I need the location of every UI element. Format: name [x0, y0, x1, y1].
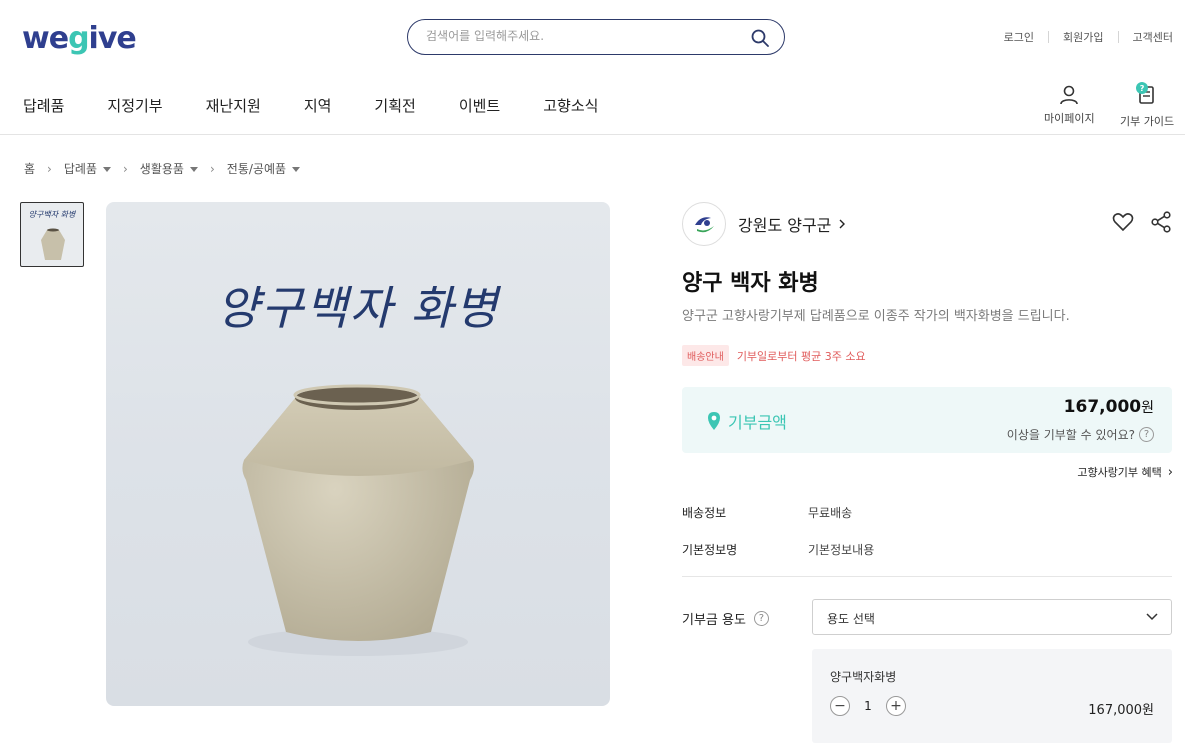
usage-select[interactable]: 용도 선택	[812, 599, 1172, 635]
utility-links: 로그인 회원가입 고객센터	[1004, 29, 1173, 45]
price-more-help[interactable]: 이상을 기부할 수 있어요? ?	[1007, 426, 1154, 443]
breadcrumb-item[interactable]: 답례품	[64, 160, 111, 177]
breadcrumb-item[interactable]: 전통/공예품	[226, 160, 301, 177]
nav-item-exhibition[interactable]: 기획전	[374, 95, 415, 116]
breadcrumb-item-label: 전통/공예품	[226, 162, 287, 176]
price-value: 167,000	[1063, 397, 1142, 417]
nav-item-designated[interactable]: 지정기부	[107, 95, 162, 116]
logo-text-post: ive	[88, 20, 137, 56]
benefit-label: 고향사랑기부 혜택	[1077, 466, 1162, 479]
signup-link[interactable]: 회원가입	[1063, 29, 1103, 45]
caret-down-icon	[292, 167, 301, 172]
price-unit: 원	[1141, 400, 1154, 416]
breadcrumb-home[interactable]: 홈	[24, 160, 35, 177]
logo-text-mid: g	[68, 20, 90, 56]
share-icon[interactable]	[1149, 210, 1173, 234]
caret-down-icon	[102, 167, 111, 172]
product-description: 양구군 고향사랑기부제 답례품으로 이종주 작가의 백자화병을 드립니다.	[682, 309, 1070, 324]
divider	[1048, 31, 1050, 43]
guide-badge: ?	[1136, 82, 1149, 94]
search-bar	[407, 19, 785, 55]
region-emblem-icon	[682, 202, 726, 246]
nav-item-hometown-news[interactable]: 고향소식	[543, 95, 598, 116]
seller-link[interactable]: 강원도 양구군	[682, 202, 847, 246]
caret-down-icon	[189, 167, 198, 172]
price-amount: 167,000원	[1064, 397, 1154, 417]
chevron-down-icon	[1146, 613, 1158, 621]
chevron-right-icon: ›	[209, 161, 215, 176]
breadcrumb-item-label: 생활용품	[139, 162, 184, 176]
main-nav: 답례품 지정기부 재난지원 지역 기획전 이벤트 고향소식	[23, 95, 641, 116]
selected-option: 양구백자화병 − 1 + 167,000원	[812, 649, 1172, 743]
seller-name: 강원도 양구군	[738, 216, 832, 235]
logo[interactable]: wegive	[22, 20, 137, 56]
product-actions	[1111, 210, 1173, 234]
search-icon[interactable]	[750, 28, 770, 48]
mypage-label: 마이페이지	[1044, 112, 1095, 125]
breadcrumb-item[interactable]: 생활용품	[140, 160, 198, 177]
info-value: 무료배송	[808, 506, 853, 520]
basic-info-row: 기본정보명 기본정보내용	[682, 541, 874, 558]
info-label: 기본정보명	[682, 543, 738, 557]
vase-image	[242, 384, 474, 656]
product-title: 양구 백자 화병	[682, 271, 819, 296]
shipping-text: 기부일로부터 평균 3주 소요	[736, 349, 866, 363]
nav-item-event[interactable]: 이벤트	[459, 95, 500, 116]
increase-button[interactable]: +	[886, 696, 906, 716]
login-link[interactable]: 로그인	[1004, 29, 1034, 45]
chevron-right-icon	[839, 219, 846, 229]
breadcrumb: 홈 › 답례품 › 생활용품 › 전통/공예품	[24, 160, 301, 177]
chevron-right-icon: ›	[122, 161, 128, 176]
option-name: 양구백자화병	[830, 670, 897, 684]
usage-select-value: 용도 선택	[827, 612, 875, 626]
breadcrumb-item-label: 답례품	[63, 162, 97, 176]
location-pin-icon	[708, 412, 720, 430]
donation-guide-button[interactable]: ? 기부 가이드	[1120, 82, 1175, 129]
nav-item-disaster[interactable]: 재난지원	[206, 95, 261, 116]
product-main-image: 양구백자 화병	[106, 202, 610, 706]
option-price: 167,000원	[1088, 703, 1154, 718]
usage-label: 기부금 용도 ?	[682, 609, 769, 628]
shipping-notice: 배송안내 기부일로부터 평균 3주 소요	[682, 345, 866, 366]
heart-icon[interactable]	[1111, 210, 1135, 234]
info-label: 배송정보	[682, 506, 727, 520]
price-label-text: 기부금액	[728, 413, 787, 432]
section-divider	[682, 576, 1172, 577]
header-divider	[0, 134, 1185, 135]
nav-item-region[interactable]: 지역	[304, 95, 332, 116]
shipping-info-row: 배송정보 무료배송	[682, 504, 852, 521]
quantity-stepper: − 1 +	[830, 696, 906, 716]
donation-price-box: 기부금액 167,000원 이상을 기부할 수 있어요? ?	[682, 387, 1172, 453]
benefit-link[interactable]: 고향사랑기부 혜택 ›	[1077, 464, 1173, 480]
guide-label: 기부 가이드	[1120, 115, 1175, 128]
price-label: 기부금액	[706, 409, 787, 433]
shipping-tag: 배송안내	[682, 345, 729, 366]
customer-center-link[interactable]: 고객센터	[1133, 29, 1173, 45]
usage-label-text: 기부금 용도	[682, 613, 746, 628]
help-icon[interactable]: ?	[1139, 427, 1154, 442]
chevron-right-icon: ›	[47, 161, 52, 176]
product-thumbnail[interactable]: 양구백자 화병	[20, 202, 84, 267]
divider	[1117, 31, 1119, 43]
user-icon	[1060, 85, 1079, 105]
info-value: 기본정보내용	[808, 543, 875, 557]
logo-text-pre: we	[22, 20, 69, 56]
price-more-text: 이상을 기부할 수 있어요?	[1006, 428, 1135, 442]
decrease-button[interactable]: −	[830, 696, 850, 716]
search-input[interactable]	[426, 29, 726, 43]
vase-thumbnail-image	[41, 228, 65, 260]
quantity-value: 1	[864, 699, 872, 713]
mypage-button[interactable]: 마이페이지	[1044, 84, 1095, 126]
help-icon[interactable]: ?	[753, 611, 769, 626]
chevron-right-icon: ›	[1167, 464, 1173, 480]
nav-item-gifts[interactable]: 답례품	[23, 95, 64, 116]
